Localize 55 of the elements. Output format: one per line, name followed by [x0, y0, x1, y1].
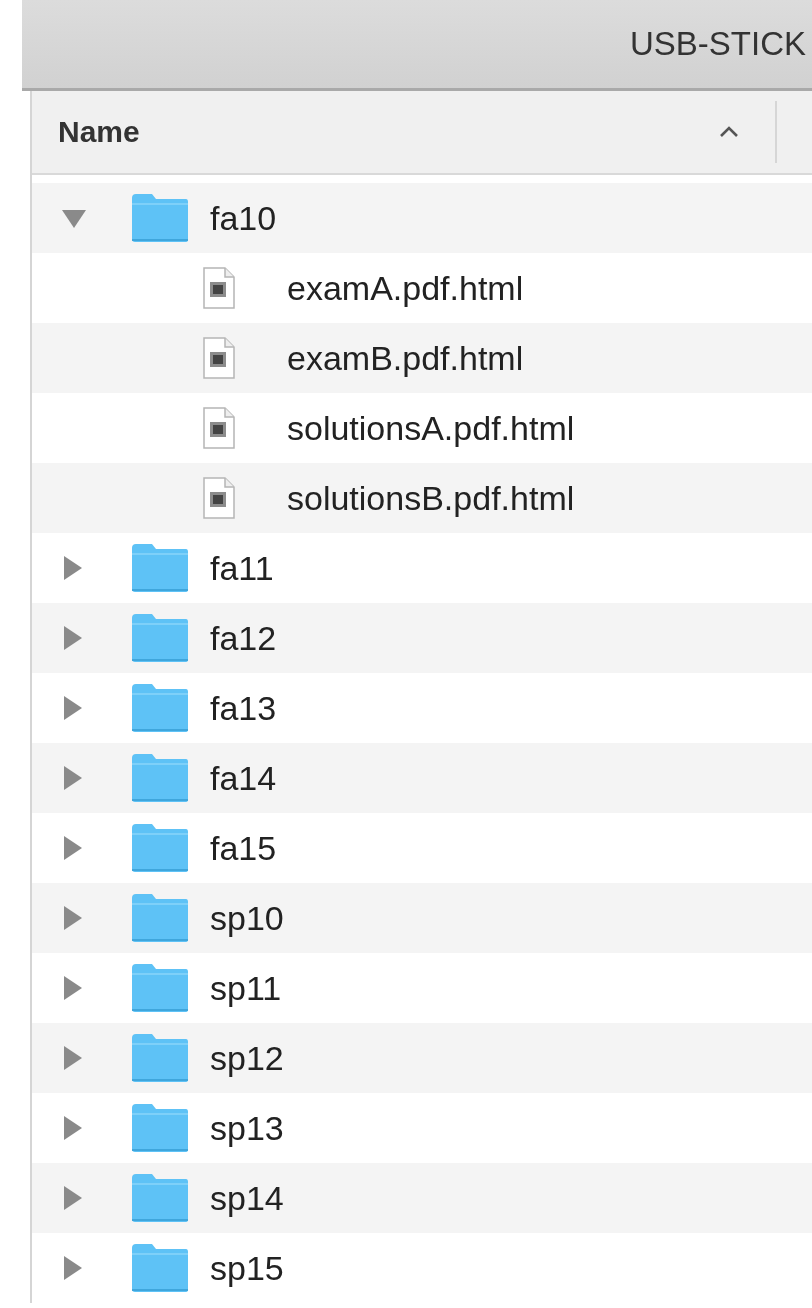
- file-row[interactable]: sp14: [32, 1163, 812, 1233]
- column-title: Name: [58, 115, 140, 149]
- column-header[interactable]: Name: [32, 101, 777, 163]
- disclosure-triangle-icon[interactable]: [62, 976, 82, 1000]
- disclosure-triangle-icon[interactable]: [62, 626, 82, 650]
- folder-icon: [130, 1032, 190, 1084]
- file-row[interactable]: fa10: [32, 183, 812, 253]
- document-icon: [203, 267, 235, 309]
- file-name: examB.pdf.html: [287, 338, 524, 378]
- disclosure-triangle-icon[interactable]: [62, 836, 82, 860]
- file-name: sp13: [210, 1108, 284, 1148]
- disclosure-triangle-icon[interactable]: [62, 1046, 82, 1070]
- folder-icon: [130, 542, 190, 594]
- file-name: fa12: [210, 618, 277, 658]
- disclosure-triangle-icon[interactable]: [62, 766, 82, 790]
- folder-icon: [130, 962, 190, 1014]
- file-name: fa13: [210, 688, 277, 728]
- folder-icon: [130, 822, 190, 874]
- disclosure-triangle-icon[interactable]: [62, 1186, 82, 1210]
- file-name: sp12: [210, 1038, 284, 1078]
- document-icon: [203, 337, 235, 379]
- file-name: examA.pdf.html: [287, 268, 524, 308]
- folder-icon: [130, 892, 190, 944]
- file-name: sp11: [210, 968, 282, 1008]
- document-icon: [203, 407, 235, 449]
- folder-icon: [130, 612, 190, 664]
- file-name: fa15: [210, 828, 277, 868]
- folder-icon: [130, 192, 190, 244]
- document-icon: [203, 477, 235, 519]
- folder-icon: [130, 1172, 190, 1224]
- disclosure-triangle-icon[interactable]: [62, 696, 82, 720]
- file-name: fa14: [210, 758, 277, 798]
- file-row[interactable]: examB.pdf.html: [32, 323, 812, 393]
- file-row[interactable]: fa14: [32, 743, 812, 813]
- file-name: sp15: [210, 1248, 284, 1288]
- disclosure-triangle-icon[interactable]: [62, 1256, 82, 1280]
- file-row[interactable]: sp10: [32, 883, 812, 953]
- file-name: fa10: [210, 198, 277, 238]
- file-name: sp10: [210, 898, 284, 938]
- folder-icon: [130, 752, 190, 804]
- window-title: USB-STICK: [629, 25, 806, 63]
- file-name: sp14: [210, 1178, 284, 1218]
- file-row[interactable]: solutionsB.pdf.html: [32, 463, 812, 533]
- folder-icon: [130, 1102, 190, 1154]
- file-row[interactable]: fa12: [32, 603, 812, 673]
- folder-icon: [130, 1242, 190, 1294]
- file-name: solutionsA.pdf.html: [287, 408, 575, 448]
- file-name: solutionsB.pdf.html: [287, 478, 575, 518]
- folder-icon: [130, 682, 190, 734]
- disclosure-triangle-icon[interactable]: [62, 906, 82, 930]
- disclosure-triangle-icon[interactable]: [62, 556, 82, 580]
- disclosure-triangle-icon[interactable]: [62, 208, 86, 228]
- disclosure-triangle-icon[interactable]: [62, 1116, 82, 1140]
- file-name: fa11: [210, 548, 274, 588]
- file-row[interactable]: sp12: [32, 1023, 812, 1093]
